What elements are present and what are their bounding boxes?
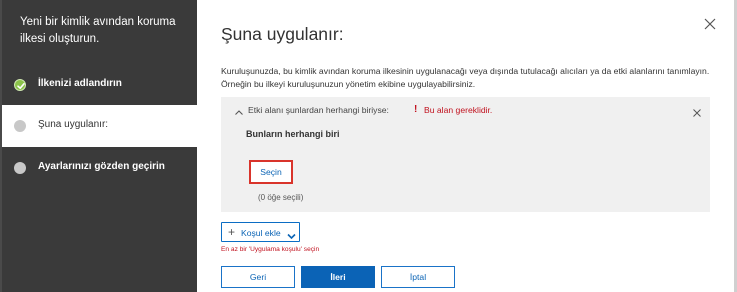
required-error-text: Bu alan gereklidir. — [424, 105, 493, 115]
wizard-step-label: Ayarlarınızı gözden geçirin — [38, 161, 165, 172]
check-circle-icon — [14, 79, 26, 91]
add-condition-button[interactable]: + Koşul ekle — [221, 222, 300, 242]
cancel-button[interactable]: İptal — [381, 266, 455, 288]
step-dot-icon — [14, 120, 26, 132]
wizard-step-applies-to[interactable]: Şuna uygulanır: — [2, 105, 197, 147]
select-button-label: Seçin — [260, 167, 282, 177]
wizard-step-label: İlkenizi adlandırın — [38, 78, 122, 89]
add-condition-label: Koşul ekle — [241, 228, 281, 238]
next-button[interactable]: İleri — [301, 266, 375, 288]
select-button[interactable]: Seçin — [249, 160, 293, 184]
close-icon[interactable] — [703, 17, 717, 31]
error-icon: ! — [414, 104, 418, 115]
page-title: Şuna uygulanır: — [221, 24, 344, 44]
any-of-label: Bunların herhangi biri — [246, 129, 340, 139]
wizard-step-label: Şuna uygulanır: — [38, 119, 109, 130]
wizard-sidebar: Yeni bir kimlik avından koruma ilkesi ol… — [2, 0, 197, 292]
back-button[interactable]: Geri — [221, 266, 295, 288]
wizard-title: Yeni bir kimlik avından koruma ilkesi ol… — [20, 16, 176, 45]
condition-panel: Etki alanı şunlardan herhangi biriyse: !… — [221, 97, 710, 212]
chevron-up-icon[interactable] — [234, 105, 244, 115]
close-icon[interactable] — [692, 105, 702, 117]
wizard-step-review-settings[interactable]: Ayarlarınızı gözden geçirin — [2, 147, 197, 189]
selected-count: (0 öğe seçili) — [258, 193, 304, 202]
wizard-step-name-policy[interactable]: İlkenizi adlandırın — [2, 64, 197, 106]
step-dot-icon — [14, 162, 26, 174]
condition-label: Etki alanı şunlardan herhangi biriyse: — [248, 105, 389, 115]
plus-icon: + — [228, 225, 236, 239]
chevron-down-icon — [287, 228, 296, 246]
page-description: Kuruluşunuzda, bu kimlik avından koruma … — [221, 66, 710, 89]
add-condition-hint: En az bir 'Uygulama koşulu' seçin — [221, 246, 320, 253]
